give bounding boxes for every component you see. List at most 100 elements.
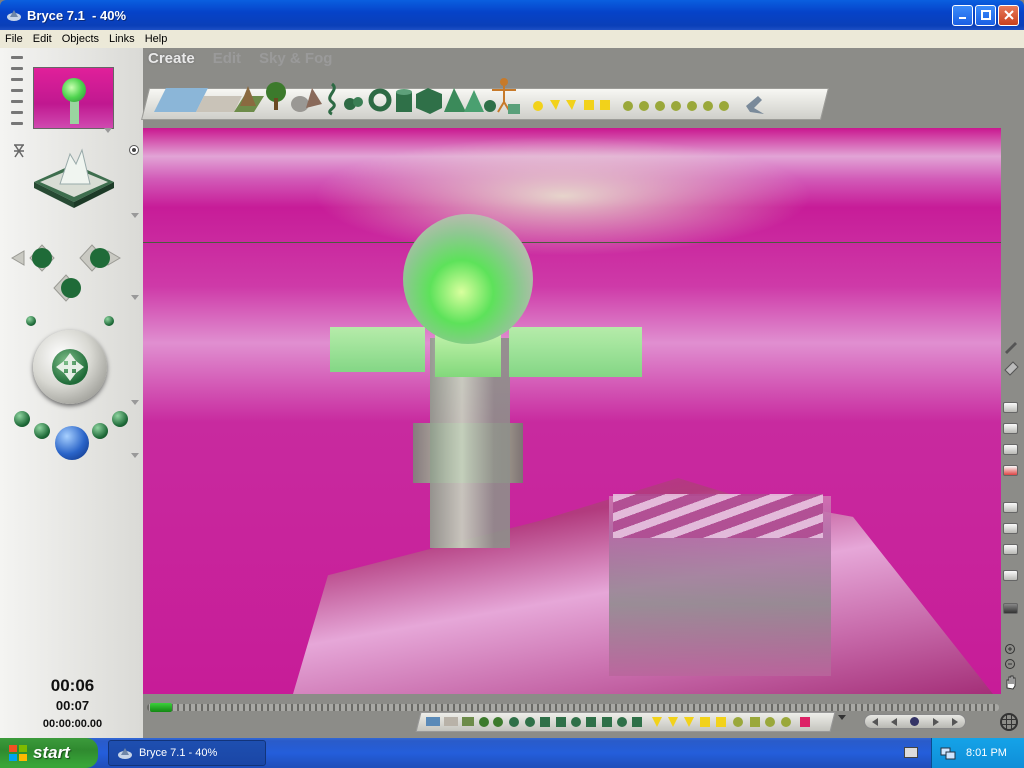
camera-trackball[interactable] (33, 330, 107, 404)
time-code: 00:00:00.00 (42, 718, 103, 730)
move-arrows-icon (56, 353, 84, 381)
windows-logo-icon (9, 745, 27, 761)
camera-cross-control[interactable] (10, 223, 132, 313)
display-tools (1001, 338, 1021, 698)
render-viewport[interactable] (143, 128, 1001, 694)
trackball-center-icon (52, 349, 88, 385)
view-menu-icon[interactable] (1003, 570, 1018, 581)
palette-tabs: Create Edit Sky & Fog (148, 50, 332, 68)
selection-menu-arrow-icon[interactable] (838, 715, 846, 720)
camera-memory-dot-3[interactable] (92, 423, 108, 439)
camera-mode-radio-icon[interactable] (128, 144, 140, 156)
render-options-icon[interactable] (131, 453, 139, 458)
cylinder-icon (396, 89, 412, 112)
network-icon[interactable] (940, 746, 956, 760)
plop-render-icon[interactable] (1003, 402, 1018, 413)
zoom-in-icon[interactable] (1003, 643, 1019, 655)
light-sources-icons (533, 100, 610, 111)
close-icon (1003, 10, 1014, 20)
keyboard-icon[interactable] (904, 747, 918, 758)
sky-haze (313, 136, 813, 256)
create-object-icons (154, 78, 764, 116)
menu-file[interactable]: File (0, 33, 28, 45)
menu-objects[interactable]: Objects (57, 33, 104, 45)
eraser-icon[interactable] (1003, 360, 1019, 376)
scene-right-arm (509, 327, 642, 377)
scene-sphere (403, 214, 533, 344)
nano-options-icon[interactable] (104, 128, 112, 133)
nano-preview[interactable] (33, 67, 114, 129)
bryce-taskbar-icon (118, 748, 132, 759)
previous-frame-icon[interactable] (891, 717, 898, 726)
web-globe-icon[interactable] (1000, 713, 1018, 731)
scene-left-arm (330, 327, 425, 372)
menu-edit[interactable]: Edit (28, 33, 57, 45)
torus-icon (368, 88, 392, 112)
title-bar: Bryce 7.1 - 40% (0, 0, 1024, 30)
time-frame: 00:07 (55, 698, 90, 713)
menu-help[interactable]: Help (140, 33, 173, 45)
metaball-icon (344, 97, 363, 110)
nano-preview-slider[interactable] (11, 56, 23, 132)
cube-view-icon[interactable] (1003, 603, 1018, 614)
cube-small-icon (508, 104, 520, 114)
cone-icon (464, 90, 484, 112)
rock-icon (291, 96, 309, 112)
tab-create[interactable]: Create (148, 50, 195, 68)
animation-timeline[interactable] (147, 704, 999, 711)
pan-right-icon[interactable] (104, 316, 114, 326)
camera-cross-options-icon[interactable] (131, 295, 139, 300)
director-chair-icon[interactable] (12, 143, 26, 159)
trackball-options-icon[interactable] (131, 400, 139, 405)
start-label: start (33, 743, 70, 762)
zoom-out-icon[interactable] (1003, 658, 1019, 670)
render-button[interactable] (55, 426, 89, 460)
camera-memory-dot-4[interactable] (112, 411, 128, 427)
taskbar-item-label: Bryce 7.1 - 40% (139, 747, 218, 759)
start-button[interactable]: start (0, 738, 98, 768)
tab-edit[interactable]: Edit (213, 50, 241, 68)
pencil-icon[interactable] (1003, 338, 1019, 354)
tree-icon (266, 82, 286, 110)
bryce-workspace: 00:06 00:07 00:00:00.00 Create Edit Sky … (0, 48, 1024, 738)
camera-memory-dot-2[interactable] (34, 423, 50, 439)
library-shape-icons (623, 101, 729, 111)
wireframe-render-icon[interactable] (1003, 444, 1018, 455)
bryce-app-icon (7, 10, 21, 21)
play-icon[interactable] (910, 717, 920, 726)
fast-forward-icon[interactable] (952, 717, 959, 726)
camera-memory-dot-1[interactable] (14, 411, 30, 427)
pan-left-icon[interactable] (26, 316, 36, 326)
minimize-button[interactable] (952, 4, 973, 26)
cube-icon (416, 88, 442, 114)
tab-sky-fog[interactable]: Sky & Fog (259, 50, 332, 68)
timeline-scrubber[interactable] (150, 703, 172, 712)
grid-toggle-icon[interactable] (1003, 523, 1018, 534)
library-star-icon (746, 96, 764, 114)
background-toggle-icon[interactable] (1003, 544, 1018, 555)
selection-type-icons[interactable] (424, 714, 824, 730)
draft-render-icon[interactable] (1003, 423, 1018, 434)
view-options-icon[interactable] (131, 213, 139, 218)
menu-links[interactable]: Links (104, 33, 140, 45)
horizon-line (143, 242, 1001, 243)
display-mode-icon[interactable] (1003, 502, 1018, 513)
stop-render-icon[interactable] (1003, 465, 1018, 476)
stone-icon (306, 88, 322, 108)
scene-cube-top (613, 494, 823, 538)
time-current: 00:06 (50, 676, 95, 695)
maximize-button[interactable] (975, 4, 996, 26)
preview-sphere (62, 78, 86, 102)
menu-bar: File Edit Objects Links Help (0, 30, 1024, 48)
clock[interactable]: 8:01 PM (966, 747, 1007, 759)
next-frame-icon[interactable] (932, 717, 939, 726)
control-panel: 00:06 00:07 00:00:00.00 (0, 48, 143, 738)
taskbar-item-bryce[interactable]: Bryce 7.1 - 40% (108, 740, 266, 766)
system-tray: 8:01 PM (931, 738, 1024, 768)
animation-controls (864, 714, 966, 729)
rewind-icon[interactable] (871, 717, 878, 726)
view-control-icon[interactable] (30, 140, 118, 216)
pyramid-icon (444, 88, 466, 112)
pan-hand-icon[interactable] (1003, 674, 1019, 690)
close-button[interactable] (998, 4, 1019, 26)
